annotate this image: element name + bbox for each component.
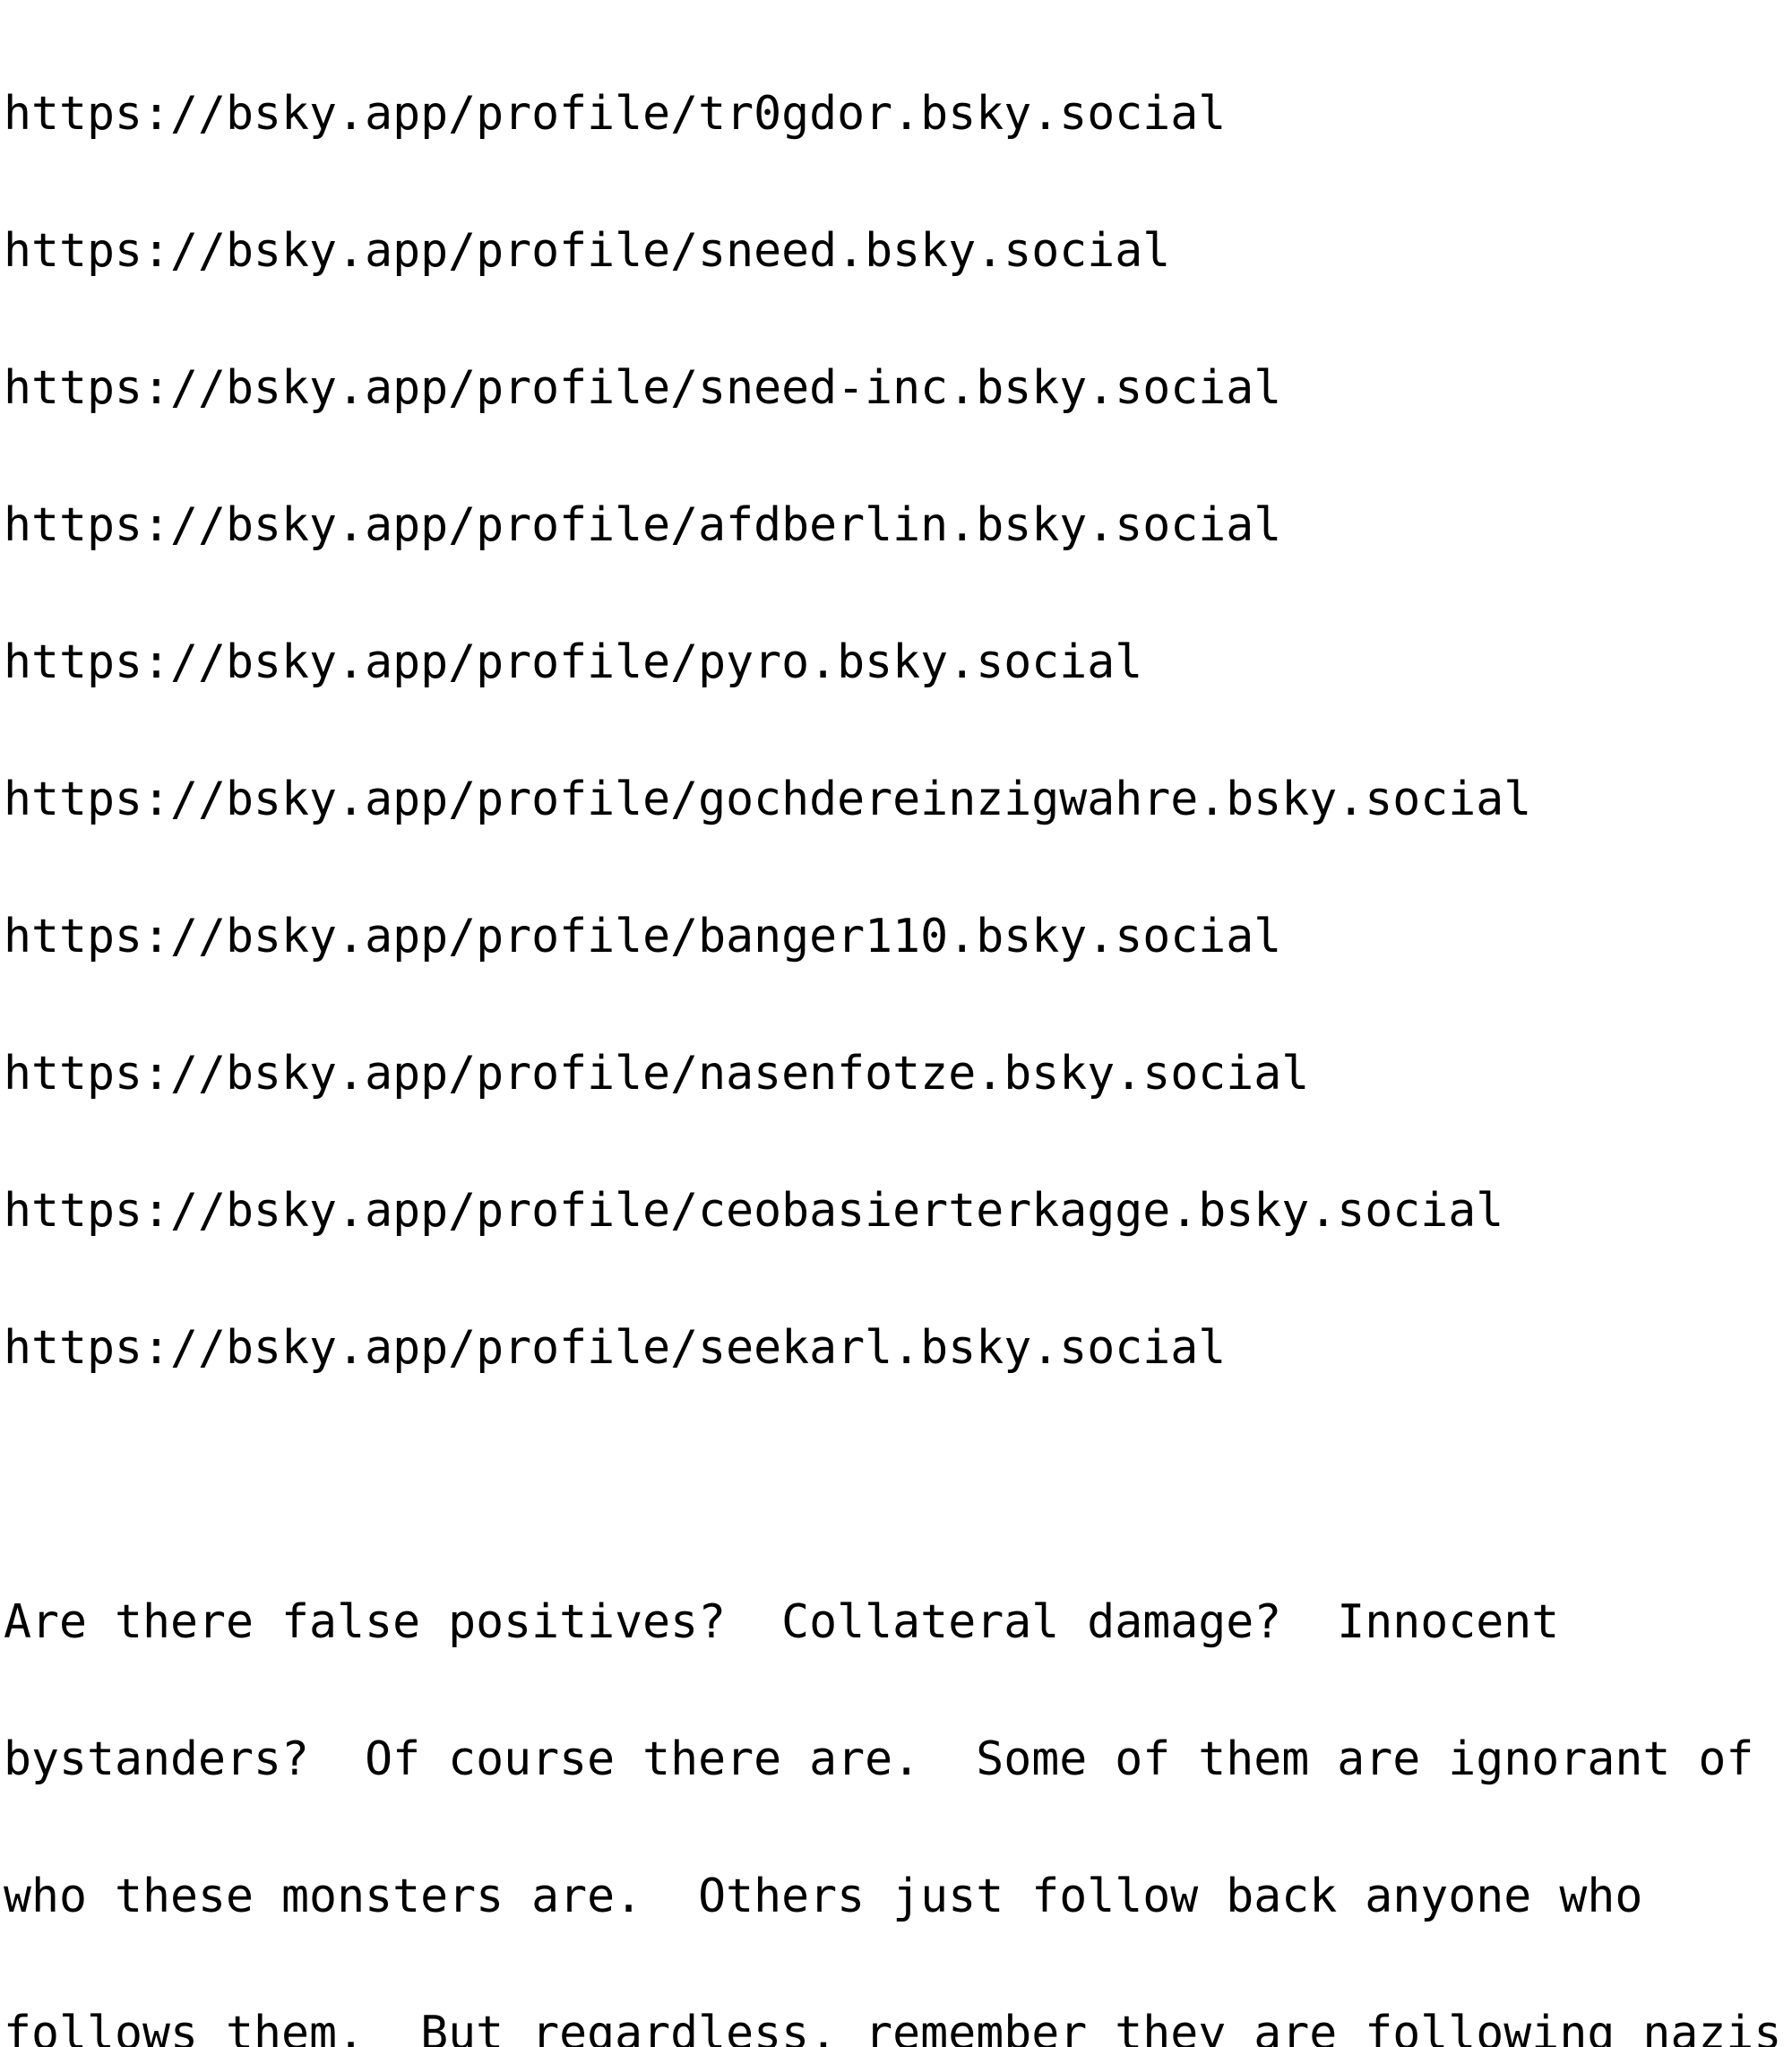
- paragraph-line: Are there false positives? Collateral da…: [4, 1595, 1560, 1649]
- paragraph-line: bystanders? Of course there are. Some of…: [4, 1732, 1754, 1786]
- list-item[interactable]: https://bsky.app/profile/sneed.bsky.soci…: [4, 228, 1792, 274]
- list-item[interactable]: https://bsky.app/profile/ceobasierterkag…: [4, 1188, 1792, 1234]
- list-item[interactable]: https://bsky.app/profile/sneed-inc.bsky.…: [4, 365, 1792, 411]
- blank-separator-line: [4, 1463, 1792, 1508]
- commentary-paragraph: Are there false positives? Collateral da…: [4, 1508, 1792, 2047]
- list-item[interactable]: https://bsky.app/profile/seekarl.bsky.so…: [4, 1325, 1792, 1371]
- list-item[interactable]: https://bsky.app/profile/pyro.bsky.socia…: [4, 639, 1792, 686]
- paragraph-line: who these monsters are. Others just foll…: [4, 1870, 1643, 1923]
- document-body: https://bsky.app/profile/tr0gdor.bsky.so…: [0, 0, 1792, 2047]
- list-item[interactable]: https://bsky.app/profile/gochdereinzigwa…: [4, 776, 1792, 823]
- profile-url-list: https://bsky.app/profile/tr0gdor.bsky.so…: [4, 0, 1792, 1463]
- paragraph-line: follows them. But regardless, remember t…: [4, 2007, 1792, 2047]
- list-item[interactable]: https://bsky.app/profile/nasenfotze.bsky…: [4, 1050, 1792, 1097]
- list-item[interactable]: https://bsky.app/profile/tr0gdor.bsky.so…: [4, 91, 1792, 137]
- list-item[interactable]: https://bsky.app/profile/banger110.bsky.…: [4, 913, 1792, 960]
- list-item[interactable]: https://bsky.app/profile/afdberlin.bsky.…: [4, 502, 1792, 548]
